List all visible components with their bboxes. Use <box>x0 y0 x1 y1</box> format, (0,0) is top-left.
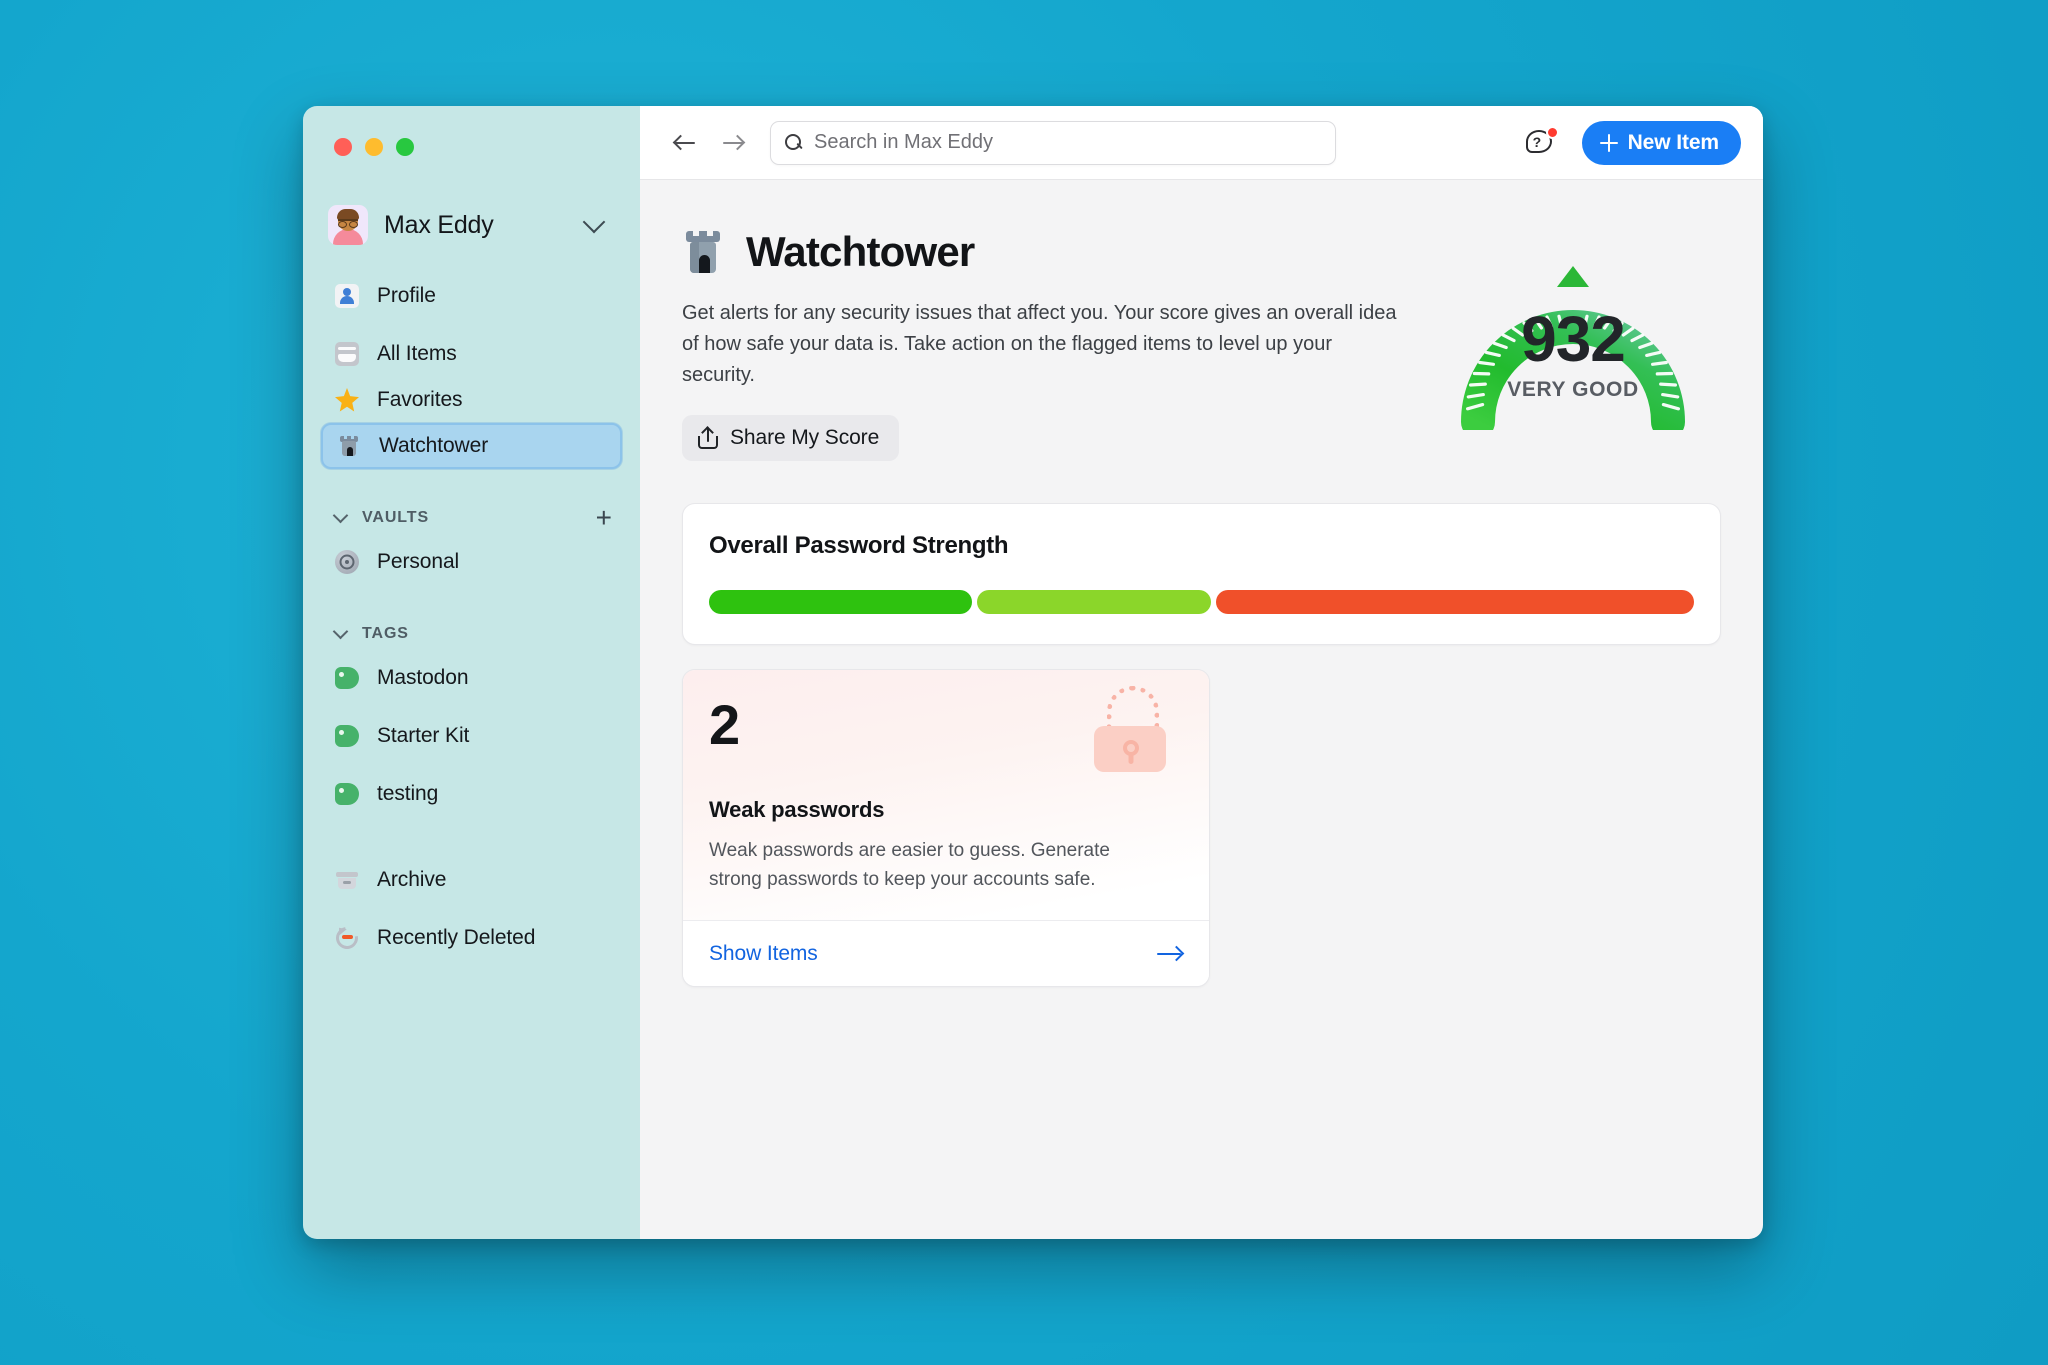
sidebar-bottom-nav: Archive Recently Deleted <box>303 857 640 961</box>
watchtower-icon <box>337 434 361 458</box>
toolbar: Search in Max Eddy ? New Item <box>640 106 1763 180</box>
arrow-right-icon <box>1157 945 1185 963</box>
vaults-section-title: VAULTS <box>362 509 430 526</box>
back-arrow-icon <box>672 134 697 152</box>
sidebar-primary-nav: Profile All Items Favorites Watchtower <box>303 273 640 469</box>
tag-icon <box>335 667 359 689</box>
star-icon <box>335 388 359 412</box>
vault-icon <box>335 550 359 574</box>
notification-badge <box>1545 125 1559 139</box>
vaults-section-header[interactable]: VAULTS + <box>332 503 612 533</box>
all-items-icon <box>335 342 359 366</box>
sidebar-item-favorites[interactable]: Favorites <box>321 377 622 423</box>
sidebar-tags-list: Mastodon Starter Kit testing <box>303 655 640 817</box>
sidebar-item-label: Mastodon <box>377 666 469 689</box>
show-items-label: Show Items <box>709 941 818 965</box>
recently-deleted-icon <box>331 922 363 954</box>
page-description: Get alerts for any security issues that … <box>682 302 1397 386</box>
page-header: Watchtower Get alerts for any security i… <box>682 228 1721 461</box>
weak-passwords-card: 2 Weak passwords Weak passwords are easi… <box>682 669 1210 988</box>
strength-segment-good <box>977 590 1212 614</box>
tags-section-header[interactable]: TAGS <box>332 619 612 649</box>
forward-arrow-icon <box>721 134 746 152</box>
sidebar-item-watchtower[interactable]: Watchtower <box>321 423 622 469</box>
gauge-pointer <box>1557 266 1589 287</box>
sidebar-item-label: Starter Kit <box>377 724 470 747</box>
minimize-window-button[interactable] <box>365 138 383 156</box>
search-input[interactable]: Search in Max Eddy <box>770 120 1336 165</box>
chevron-down-icon[interactable] <box>582 210 606 234</box>
sidebar-item-all-items[interactable]: All Items <box>321 331 622 377</box>
weak-passwords-card-body: 2 Weak passwords Weak passwords are easi… <box>683 670 1209 921</box>
sidebar-item-label: Watchtower <box>379 434 489 457</box>
title-row: Watchtower <box>682 228 1442 276</box>
main-area: Search in Max Eddy ? New Item Watchtower… <box>640 106 1763 1239</box>
share-my-score-button[interactable]: Share My Score <box>682 415 900 461</box>
app-window: Max Eddy Profile All Items Favorites Wat… <box>303 106 1763 1239</box>
strength-segment-weak <box>1216 590 1694 614</box>
profile-icon <box>335 284 359 308</box>
tag-icon <box>335 725 359 747</box>
sidebar-item-label: Archive <box>377 868 447 891</box>
show-items-button[interactable]: Show Items <box>683 920 1209 987</box>
sidebar-item-mastodon[interactable]: Mastodon <box>321 655 622 701</box>
watchtower-icon <box>682 229 724 275</box>
share-button-label: Share My Score <box>730 426 880 449</box>
gauge-score-rating: VERY GOOD <box>1507 378 1639 401</box>
tag-icon <box>335 783 359 805</box>
open-lock-icon <box>1091 686 1171 772</box>
back-button[interactable] <box>668 126 702 160</box>
add-vault-button[interactable]: + <box>596 504 612 532</box>
close-window-button[interactable] <box>334 138 352 156</box>
page-header-text: Watchtower Get alerts for any security i… <box>682 228 1442 461</box>
sidebar-vaults-list: Personal <box>303 539 640 585</box>
tags-section-title: TAGS <box>362 625 409 642</box>
gauge-score-value: 932 <box>1521 303 1626 375</box>
sidebar-item-profile[interactable]: Profile <box>321 273 622 319</box>
forward-button[interactable] <box>716 126 750 160</box>
sidebar-item-label: Personal <box>377 550 460 573</box>
page-title: Watchtower <box>746 228 975 275</box>
new-item-label: New Item <box>1627 130 1720 154</box>
help-bubble-icon[interactable]: ? <box>1524 125 1559 160</box>
strength-segment-strong <box>709 590 973 614</box>
zoom-window-button[interactable] <box>396 138 414 156</box>
content: Watchtower Get alerts for any security i… <box>640 180 1763 1239</box>
plus-icon <box>1599 133 1618 152</box>
search-icon <box>785 134 802 151</box>
sidebar-item-testing[interactable]: testing <box>321 771 622 817</box>
share-icon <box>698 426 718 449</box>
sidebar-item-archive[interactable]: Archive <box>321 857 622 903</box>
password-strength-bar <box>709 590 1694 614</box>
weak-passwords-description: Weak passwords are easier to guess. Gene… <box>709 840 1110 890</box>
sidebar-item-label: Recently Deleted <box>377 926 536 949</box>
account-switcher[interactable]: Max Eddy <box>324 199 618 251</box>
archive-icon <box>335 868 359 892</box>
watchtower-score-gauge: 932 VERY GOOD <box>1442 230 1704 430</box>
avatar <box>328 205 368 245</box>
search-placeholder: Search in Max Eddy <box>814 131 993 153</box>
sidebar: Max Eddy Profile All Items Favorites Wat… <box>303 106 640 1239</box>
help-question-mark: ? <box>1532 133 1542 150</box>
sidebar-item-starter-kit[interactable]: Starter Kit <box>321 713 622 759</box>
window-traffic-lights <box>303 106 640 156</box>
sidebar-item-label: All Items <box>377 342 457 365</box>
sidebar-item-label: Favorites <box>377 388 463 411</box>
password-strength-card: Overall Password Strength <box>682 503 1721 645</box>
sidebar-item-recently-deleted[interactable]: Recently Deleted <box>321 915 622 961</box>
chevron-down-icon[interactable] <box>332 507 349 524</box>
new-item-button[interactable]: New Item <box>1581 120 1741 165</box>
sidebar-item-label: Profile <box>377 284 436 307</box>
sidebar-item-label: testing <box>377 782 439 805</box>
weak-passwords-heading: Weak passwords <box>709 797 885 823</box>
sidebar-item-personal[interactable]: Personal <box>321 539 622 585</box>
chevron-down-icon[interactable] <box>332 623 349 640</box>
account-name: Max Eddy <box>384 210 494 239</box>
password-strength-title: Overall Password Strength <box>709 532 1009 559</box>
